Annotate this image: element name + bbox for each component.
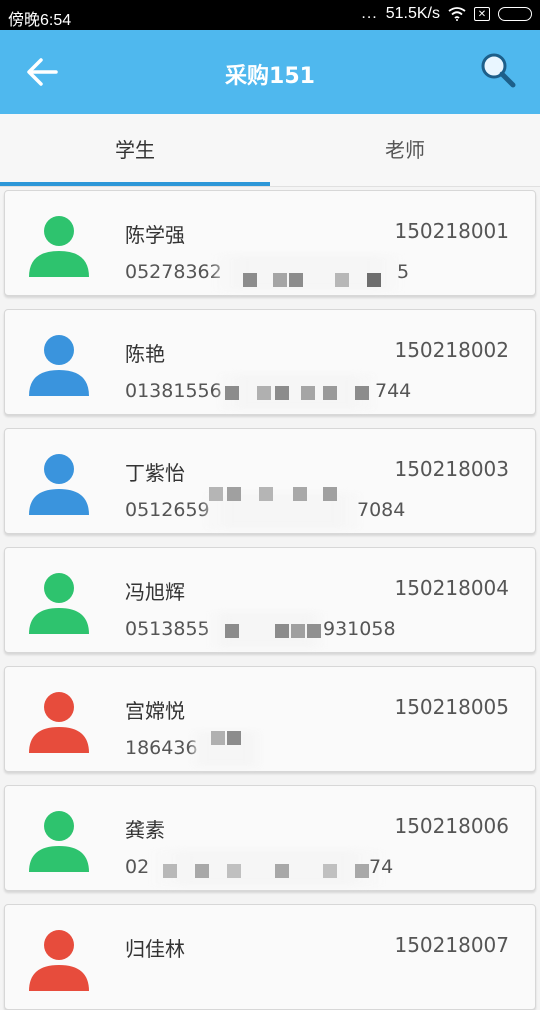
redaction-pixel [335,273,349,287]
student-phone-tail: 7084 [357,499,406,521]
student-id: 150218001 [394,219,509,243]
app-bar: 采购151 [0,30,540,114]
student-phone-tail: 931058 [323,618,396,640]
search-icon[interactable] [478,50,518,90]
redaction-pixel [355,386,369,400]
redaction-pixel [211,731,225,745]
redaction-pixel [227,487,241,501]
person-icon [29,930,89,991]
wifi-icon [448,7,466,21]
network-speed: 51.5K/s [385,5,440,22]
list-item[interactable]: 归佳林 150218007 [4,904,536,1010]
list-item[interactable]: 龚素 150218006 02 74 [4,785,536,891]
student-phone: 186436 [125,737,198,759]
signal-dots: ... [361,5,378,22]
no-sim-icon: ✕ [474,7,490,21]
redaction-pixel [307,624,321,638]
student-id: 150218003 [394,457,509,481]
redaction-pixel [195,864,209,878]
student-phone: 05278362 [125,261,222,283]
tab-bar: 学生 老师 [0,114,540,187]
list-item[interactable]: 陈艳 150218002 01381556 744 [4,309,536,415]
redaction-pixel [275,864,289,878]
redaction-pixel [291,624,305,638]
redaction-pixel [323,487,337,501]
student-id: 150218006 [394,814,509,838]
student-id: 150218007 [394,933,509,957]
list-item[interactable]: 丁紫怡 150218003 0512659 7084 [4,428,536,534]
student-id: 150218004 [394,576,509,600]
redaction-pixel [275,624,289,638]
redaction-pixel [289,273,303,287]
page-title: 采购151 [225,64,315,89]
tab-teachers[interactable]: 老师 [270,114,540,186]
student-name: 龚素 [125,818,165,842]
redaction-pixel [273,273,287,287]
person-icon [29,692,89,753]
redaction-pixel [323,386,337,400]
student-phone: 0513855 [125,618,210,640]
list-item[interactable]: 冯旭辉 150218004 0513855 931058 [4,547,536,653]
redaction-pixel [243,273,257,287]
status-indicators: ... 51.5K/s ✕ [361,5,532,23]
student-phone-tail: 74 [369,856,394,878]
person-icon [29,573,89,634]
student-id: 150218002 [394,338,509,362]
student-phone-tail: 744 [375,380,412,402]
redaction-pixel [355,864,369,878]
redaction-pixel [163,864,177,878]
redaction-pixel [323,864,337,878]
redaction-blur [217,374,377,410]
redaction-blur [191,731,261,767]
redaction-pixel [227,731,241,745]
redaction-blur [151,850,383,886]
person-icon [29,216,89,277]
person-icon [29,811,89,872]
student-phone: 01381556 [125,380,222,402]
student-name: 陈学强 [125,223,185,247]
redaction-pixel [301,386,315,400]
redaction-pixel [257,386,271,400]
student-name: 丁紫怡 [125,461,185,485]
student-id: 150218005 [394,695,509,719]
redaction-pixel [209,487,223,501]
list-item[interactable]: 陈学强 150218001 05278362 5 [4,190,536,296]
person-icon [29,454,89,515]
list-item[interactable]: 宫嫦悦 150218005 186436 [4,666,536,772]
student-name: 陈艳 [125,342,165,366]
redaction-pixel [259,487,273,501]
redaction-pixel [293,487,307,501]
redaction-pixel [367,273,381,287]
redaction-pixel [225,624,239,638]
redaction-pixel [275,386,289,400]
redaction-pixel [227,864,241,878]
redaction-pixel [225,386,239,400]
student-name: 冯旭辉 [125,580,185,604]
student-name: 归佳林 [125,937,185,961]
tab-indicator [0,182,270,186]
student-phone: 0512659 [125,499,210,521]
status-time: 傍晚6:54 [8,12,72,29]
student-phone: 02 [125,856,150,878]
tab-students[interactable]: 学生 [0,114,270,186]
student-name: 宫嫦悦 [125,699,185,723]
person-icon [29,335,89,396]
status-bar: 傍晚6:54 ... 51.5K/s ✕ [0,0,540,30]
battery-icon [498,7,532,21]
student-phone-tail: 5 [397,261,410,283]
